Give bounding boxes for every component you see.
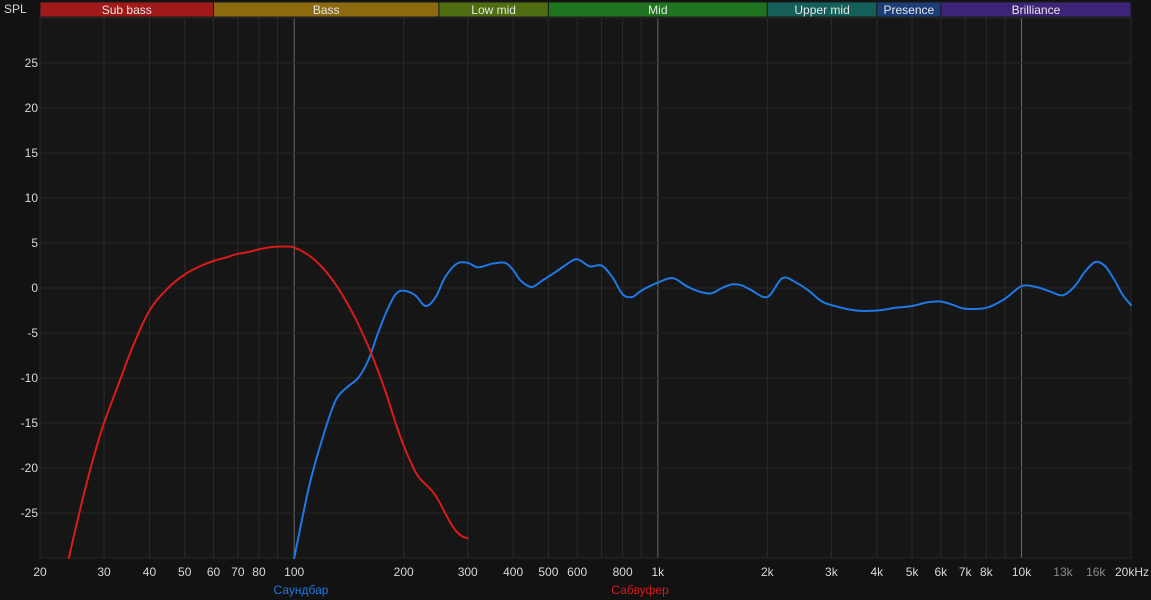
x-tick-label: 800 (613, 565, 633, 579)
x-tick-label: 20kHz (1115, 565, 1149, 579)
x-tick-label: 400 (503, 565, 523, 579)
x-tick-label: 300 (458, 565, 478, 579)
x-tick-label: 6k (935, 565, 949, 579)
x-tick-label: 4k (870, 565, 884, 579)
x-tick-label: 20 (33, 565, 47, 579)
y-tick-label: -15 (21, 416, 39, 430)
y-tick-label: 10 (25, 191, 39, 205)
x-tick-label: 200 (394, 565, 414, 579)
y-tick-label: 15 (25, 146, 39, 160)
frequency-band-bar: Sub bass Bass Low mid Mid Upper mid Presence B… (39, 1, 1132, 18)
x-tick-label: 80 (252, 565, 266, 579)
y-tick-label: -5 (27, 326, 38, 340)
x-tick-label: 100 (284, 565, 304, 579)
frequency-response-chart: SPL Sub bass Bass Low mid Mid Upper mid Prese… (0, 0, 1151, 600)
x-tick-label: 5k (906, 565, 920, 579)
y-tick-label: 25 (25, 56, 39, 70)
y-tick-label: 0 (31, 281, 38, 295)
band-label: Sub bass (102, 3, 152, 17)
y-tick-label: -25 (21, 506, 39, 520)
band-label: Presence (883, 3, 934, 17)
y-tick-label: 20 (25, 101, 39, 115)
x-tick-label: 60 (207, 565, 221, 579)
x-tick-label: 30 (97, 565, 111, 579)
band-label: Upper mid (794, 3, 849, 17)
x-tick-label: 40 (143, 565, 157, 579)
x-tick-label: 500 (538, 565, 558, 579)
band-label: Bass (313, 3, 340, 17)
y-tick-label: 5 (31, 236, 38, 250)
band-label: Low mid (471, 3, 516, 17)
y-tick-label: -20 (21, 461, 39, 475)
x-tick-label: 8k (980, 565, 994, 579)
band-label: Brilliance (1012, 3, 1061, 17)
x-tick-label: 50 (178, 565, 192, 579)
x-tick-label: 600 (567, 565, 587, 579)
y-axis-label: SPL (4, 2, 27, 16)
x-tick-label: 70 (231, 565, 245, 579)
x-tick-label: 1k (652, 565, 666, 579)
x-tick-label: 13k (1053, 565, 1073, 579)
band-label: Mid (648, 3, 667, 17)
y-tick-label: -10 (21, 371, 39, 385)
x-tick-label: 7k (959, 565, 973, 579)
x-tick-label: 16k (1086, 565, 1106, 579)
legend-item-soundbar[interactable]: Саундбар (274, 583, 329, 597)
x-tick-label: 2k (761, 565, 775, 579)
x-tick-label: 10k (1012, 565, 1032, 579)
legend-item-subwoofer[interactable]: Сабвуфер (611, 583, 669, 597)
x-tick-label: 3k (825, 565, 839, 579)
